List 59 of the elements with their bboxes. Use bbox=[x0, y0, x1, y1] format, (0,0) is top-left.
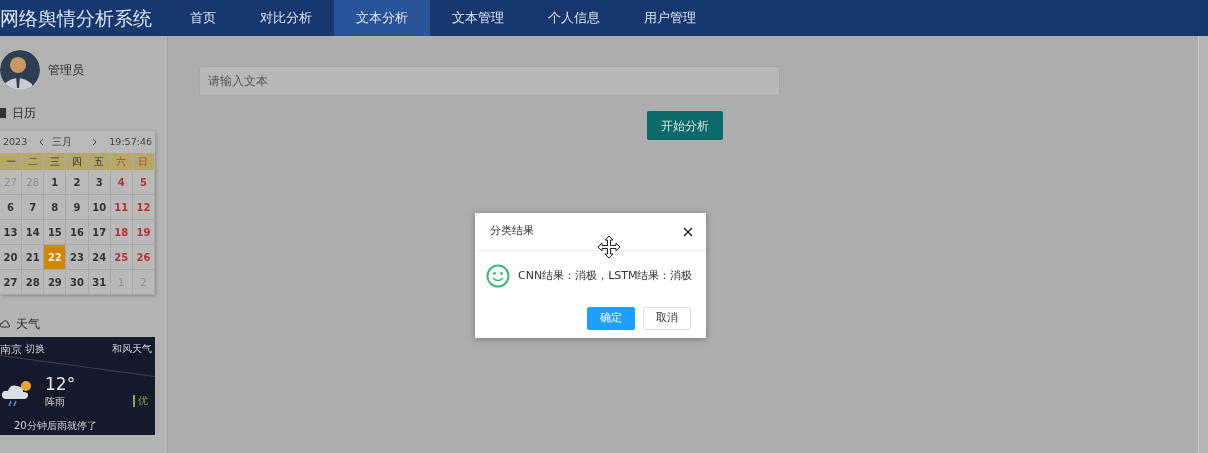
dialog-title: 分类结果 bbox=[490, 223, 534, 240]
analyze-button[interactable]: 开始分析 bbox=[647, 111, 723, 140]
calendar-day[interactable]: 6 bbox=[0, 195, 23, 220]
calendar-day[interactable]: 23 bbox=[66, 245, 89, 270]
air-quality: 优 bbox=[133, 395, 148, 407]
nav-tab[interactable]: 对比分析 bbox=[238, 0, 334, 36]
next-icon[interactable] bbox=[92, 139, 97, 145]
calendar-day[interactable]: 3 bbox=[88, 170, 111, 195]
calendar-day[interactable]: 10 bbox=[88, 195, 111, 220]
weekday-label: 日 bbox=[132, 153, 155, 170]
app-title: 网络舆情分析系统 bbox=[0, 5, 153, 31]
weekday-label: 二 bbox=[22, 153, 45, 170]
temperature: 12° bbox=[45, 373, 76, 396]
calendar-day[interactable]: 31 bbox=[88, 270, 111, 295]
weekday-label: 一 bbox=[0, 153, 23, 170]
calendar-day[interactable]: 27 bbox=[0, 270, 23, 295]
move-cursor-icon bbox=[597, 235, 621, 259]
section-title: 日历 bbox=[12, 105, 36, 122]
result-message: CNN结果：消极，LSTM结果：消极 bbox=[518, 267, 693, 284]
calendar-day[interactable]: 29 bbox=[44, 270, 67, 295]
weather-condition: 阵雨 bbox=[45, 395, 65, 408]
weather-provider: 和风天气 bbox=[112, 342, 152, 355]
calendar-day[interactable]: 28 bbox=[22, 270, 45, 295]
nav-tab[interactable]: 用户管理 bbox=[622, 0, 718, 36]
city-name: 南京 bbox=[0, 342, 22, 358]
calendar-day[interactable]: 16 bbox=[66, 220, 89, 245]
nav-tab[interactable]: 个人信息 bbox=[526, 0, 622, 36]
calendar-day[interactable]: 13 bbox=[0, 220, 23, 245]
calendar-day[interactable]: 2 bbox=[66, 170, 89, 195]
scrollbar[interactable] bbox=[1198, 36, 1208, 453]
calendar-day[interactable]: 20 bbox=[0, 245, 23, 270]
calendar-day[interactable]: 9 bbox=[66, 195, 89, 220]
nav-tab[interactable]: 文本管理 bbox=[430, 0, 526, 36]
calendar-day[interactable]: 8 bbox=[44, 195, 67, 220]
rain-forecast: 20分钟后雨就停了 bbox=[14, 419, 97, 432]
switch-link[interactable]: 切换 bbox=[25, 342, 45, 355]
cancel-button[interactable]: 取消 bbox=[643, 307, 691, 330]
user-name: 管理员 bbox=[48, 62, 84, 79]
nav-tab[interactable]: 首页 bbox=[168, 0, 238, 36]
weekday-label: 五 bbox=[88, 153, 111, 170]
month-label: 三月 bbox=[52, 134, 73, 149]
smiley-icon bbox=[486, 264, 510, 288]
calendar-day[interactable]: 30 bbox=[66, 270, 89, 295]
text-input[interactable]: 请输入文本 bbox=[199, 66, 780, 96]
calendar-day[interactable]: 17 bbox=[88, 220, 111, 245]
weekday-label: 四 bbox=[66, 153, 89, 170]
year-label: 2023 bbox=[3, 134, 28, 149]
calendar-day[interactable]: 7 bbox=[22, 195, 45, 220]
calendar-day[interactable]: 1 bbox=[44, 170, 67, 195]
calendar-day[interactable]: 24 bbox=[88, 245, 111, 270]
weekday-label: 三 bbox=[44, 153, 67, 170]
calendar-day[interactable]: 14 bbox=[22, 220, 45, 245]
nav-tab[interactable]: 文本分析 bbox=[334, 0, 430, 36]
clock-time: 19:57:46 bbox=[109, 134, 152, 149]
weekday-label: 六 bbox=[110, 153, 133, 170]
previous-icon[interactable] bbox=[40, 139, 45, 145]
section-title: 天气 bbox=[16, 316, 40, 333]
avatar bbox=[0, 50, 40, 90]
cloud-icon bbox=[0, 320, 10, 328]
